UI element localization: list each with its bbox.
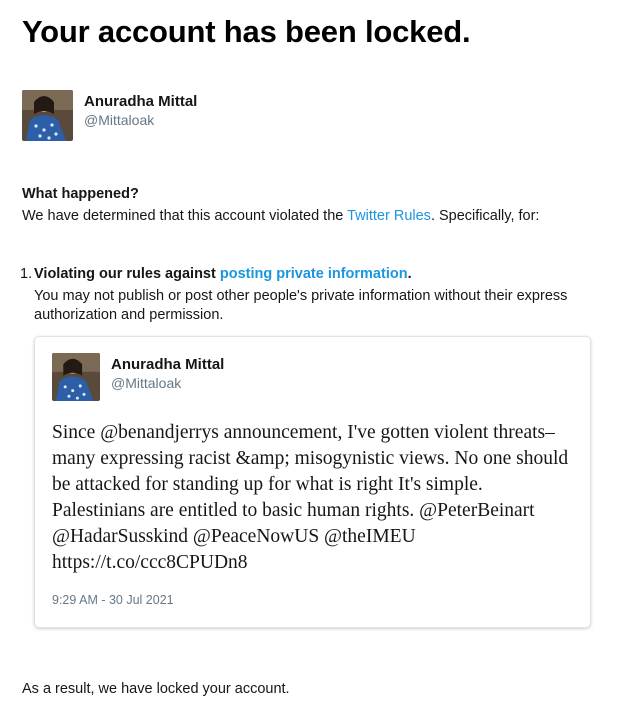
what-happened-text-after: . Specifically, for: [430,208,540,224]
violation-title-before: Violating our rules against [34,266,220,282]
result-text: As a result, we have locked your account… [22,681,290,697]
violation-title: Violating our rules against posting priv… [34,266,412,282]
what-happened-heading: What happened? [22,186,139,202]
tweet-author-handle: @Mittaloak [111,375,182,391]
tweet-author: Anuradha Mittal @Mittaloak [111,355,224,393]
page-title: Your account has been locked. [22,14,471,49]
account-text: Anuradha Mittal @Mittaloak [84,92,197,130]
tweet-header: Anuradha Mittal @Mittaloak [52,353,224,401]
tweet-timestamp: 9:29 AM - 30 Jul 2021 [52,593,174,607]
violation-description: You may not publish or post other people… [34,288,568,323]
avatar [22,90,73,141]
what-happened-text: We have determined that this account vio… [22,208,539,224]
tweet-avatar [52,353,100,401]
account-info: Anuradha Mittal @Mittaloak [22,90,197,141]
tweet-card: Anuradha Mittal @Mittaloak Since @benand… [34,336,591,628]
tweet-author-name: Anuradha Mittal [111,356,225,373]
account-name: Anuradha Mittal [84,93,198,110]
what-happened-text-before: We have determined that this account vio… [22,208,348,224]
private-information-link[interactable]: posting private information [220,266,408,282]
tweet-text: Since @benandjerrys announcement, I've g… [52,422,569,573]
violation-number: 1. [20,266,33,282]
account-handle: @Mittaloak [84,112,155,128]
account-locked-page: Your account has been locked. Anuradha M… [0,0,642,711]
violation-title-after: . [407,266,412,282]
twitter-rules-link[interactable]: Twitter Rules [347,208,431,224]
